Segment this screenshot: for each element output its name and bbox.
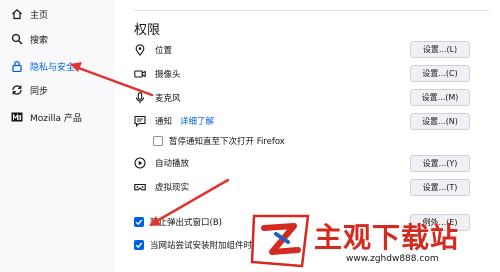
- watermark: 主观下载站 www.zghdw888.com: [250, 212, 500, 272]
- watermark-url: www.zghdw888.com: [346, 254, 439, 264]
- arrow-to-privacy-icon: [70, 62, 154, 97]
- arrow-to-block-popups-icon: [149, 178, 230, 226]
- watermark-title: 主观下载站: [314, 221, 460, 254]
